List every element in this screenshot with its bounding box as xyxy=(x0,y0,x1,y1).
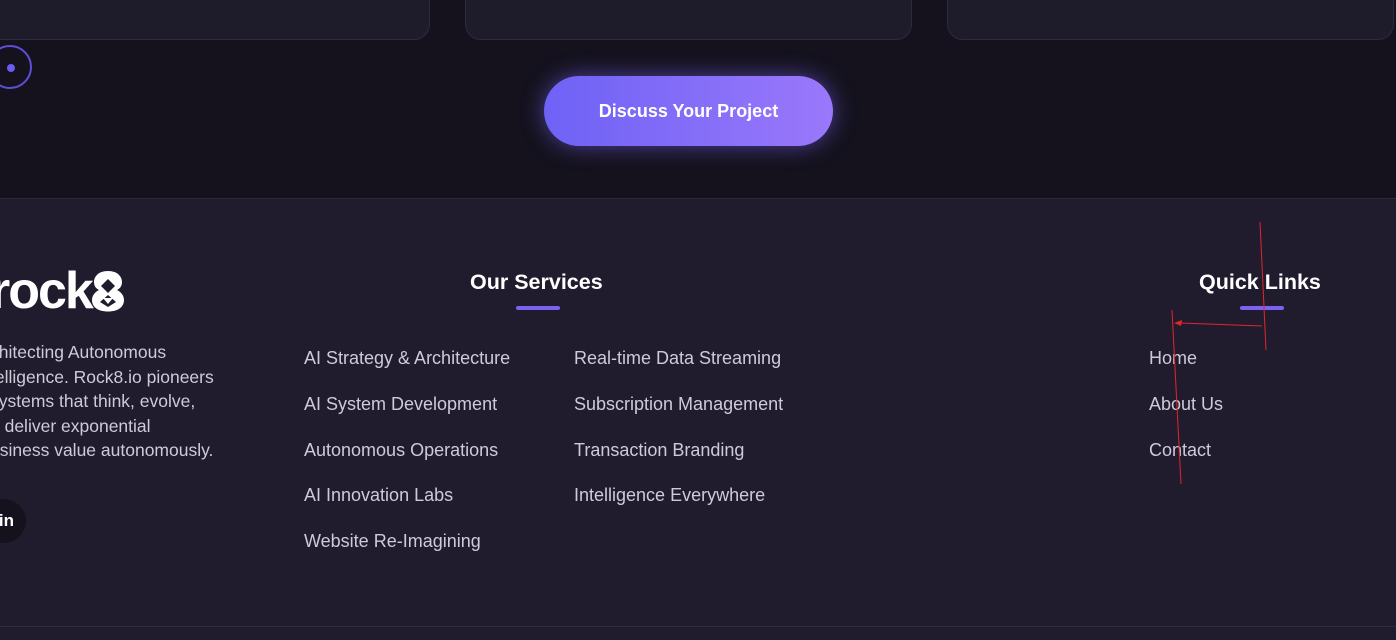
service-link[interactable]: Transaction Branding xyxy=(574,440,744,461)
service-link[interactable]: AI Strategy & Architecture xyxy=(304,348,510,369)
services-list-primary: AI Strategy & Architecture AI System Dev… xyxy=(304,336,510,564)
service-link[interactable]: Autonomous Operations xyxy=(304,440,498,461)
brand-description: chitecting Autonomous telligence. Rock8.… xyxy=(0,342,214,460)
service-link[interactable]: Website Re-Imagining xyxy=(304,531,481,552)
list-item: Real-time Data Streaming xyxy=(574,336,783,382)
services-heading-underline xyxy=(516,306,560,310)
service-link[interactable]: AI Innovation Labs xyxy=(304,485,453,506)
carousel-dot-center xyxy=(7,64,15,72)
rock8-logo-mark-icon xyxy=(91,271,124,312)
service-link[interactable]: Real-time Data Streaming xyxy=(574,348,781,369)
list-item: AI Innovation Labs xyxy=(304,473,510,519)
brand-logo[interactable]: rock xyxy=(0,262,126,320)
list-item: AI Strategy & Architecture xyxy=(304,336,510,382)
footer-divider xyxy=(0,626,1396,627)
linkedin-icon[interactable]: in xyxy=(0,499,26,543)
carousel-dot-icon[interactable] xyxy=(0,45,32,89)
service-link[interactable]: AI System Development xyxy=(304,394,497,415)
discuss-project-button[interactable]: Discuss Your Project xyxy=(544,76,833,146)
quick-link-contact[interactable]: Contact xyxy=(1149,440,1211,461)
list-item: Website Re-Imagining xyxy=(304,519,510,565)
services-heading: Our Services xyxy=(470,270,603,294)
list-item: Transaction Branding xyxy=(574,427,783,473)
linkedin-label: in xyxy=(0,511,14,530)
quick-link-about[interactable]: About Us xyxy=(1149,394,1223,415)
quick-link-home[interactable]: Home xyxy=(1149,348,1197,369)
quick-links-heading-underline xyxy=(1240,306,1284,310)
list-item: AI System Development xyxy=(304,382,510,428)
quick-links-list: Home About Us Contact xyxy=(1149,336,1223,473)
list-item: Contact xyxy=(1149,427,1223,473)
feature-card xyxy=(0,0,430,40)
quick-links-heading: Quick Links xyxy=(1199,270,1321,294)
brand-logo-text: rock xyxy=(0,262,94,320)
list-item: Intelligence Everywhere xyxy=(574,473,783,519)
list-item: Autonomous Operations xyxy=(304,427,510,473)
feature-card xyxy=(947,0,1394,40)
feature-card xyxy=(465,0,912,40)
list-item: Home xyxy=(1149,336,1223,382)
list-item: Subscription Management xyxy=(574,382,783,428)
site-footer: rock chitecting Autonomous telligence. R… xyxy=(0,200,1396,640)
list-item: About Us xyxy=(1149,382,1223,428)
services-list-secondary: Real-time Data Streaming Subscription Ma… xyxy=(574,336,783,519)
cta-section: Discuss Your Project xyxy=(0,0,1396,199)
service-link[interactable]: Intelligence Everywhere xyxy=(574,485,765,506)
service-link[interactable]: Subscription Management xyxy=(574,394,783,415)
